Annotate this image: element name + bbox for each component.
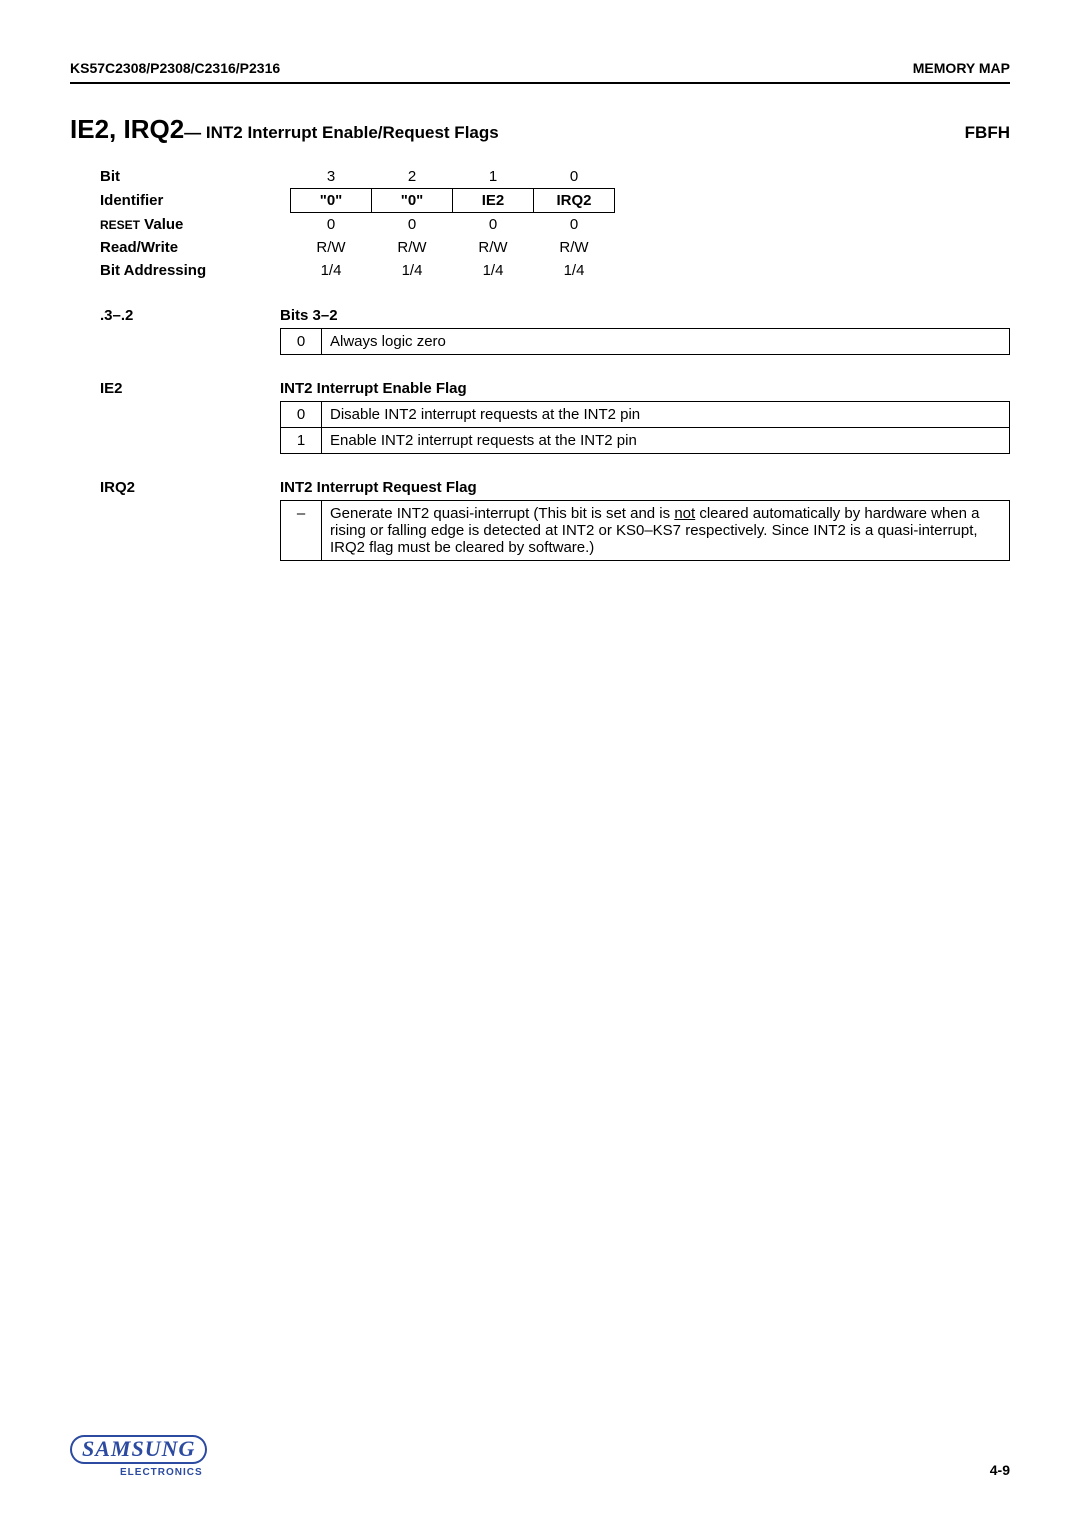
code-cell: 1	[281, 428, 322, 454]
desc-table: – Generate INT2 quasi-interrupt (This bi…	[280, 500, 1010, 561]
desc-cell: Generate INT2 quasi-interrupt (This bit …	[322, 501, 1010, 561]
title-main: IE2, IRQ2	[70, 114, 184, 144]
desc-cell: Always logic zero	[322, 329, 1010, 355]
table-row: 0 Disable INT2 interrupt requests at the…	[281, 402, 1010, 428]
page-number: 4-9	[990, 1462, 1010, 1478]
code-cell: 0	[281, 329, 322, 355]
header-rule	[70, 82, 1010, 84]
row-label: Identifier	[100, 189, 291, 213]
samsung-logo-block: SAMSUNG ELECTRONICS	[70, 1435, 207, 1478]
reset-label-prefix: RESET	[100, 218, 140, 232]
header-left: KS57C2308/P2308/C2316/P2316	[70, 60, 280, 76]
table-row: – Generate INT2 quasi-interrupt (This bi…	[281, 501, 1010, 561]
section-label: IRQ2	[100, 479, 280, 561]
section-title: INT2 Interrupt Enable Flag	[280, 380, 1010, 397]
table-row: 0 Always logic zero	[281, 329, 1010, 355]
code-cell: 0	[281, 402, 322, 428]
cell: 1	[453, 165, 534, 189]
header-right: MEMORY MAP	[913, 60, 1010, 76]
cell: 0	[291, 213, 372, 237]
cell: IRQ2	[534, 189, 615, 213]
cell: 2	[372, 165, 453, 189]
section-label: .3–.2	[100, 307, 280, 355]
cell: 0	[372, 213, 453, 237]
cell: 1/4	[453, 259, 534, 282]
cell: 3	[291, 165, 372, 189]
cell: R/W	[453, 236, 534, 259]
desc-table: 0 Disable INT2 interrupt requests at the…	[280, 401, 1010, 454]
section-title: INT2 Interrupt Request Flag	[280, 479, 1010, 496]
cell: R/W	[372, 236, 453, 259]
title-sub: — INT2 Interrupt Enable/Request Flags	[184, 123, 499, 142]
reset-label-suffix: Value	[140, 216, 183, 233]
section-label: IE2	[100, 380, 280, 454]
desc-not: not	[674, 505, 695, 522]
cell: IE2	[453, 189, 534, 213]
title-address: FBFH	[965, 123, 1010, 143]
row-label: Read/Write	[100, 236, 291, 259]
cell: "0"	[291, 189, 372, 213]
table-row: RESET Value 0 0 0 0	[100, 213, 615, 237]
table-row: Identifier "0" "0" IE2 IRQ2	[100, 189, 615, 213]
row-label: RESET Value	[100, 213, 291, 237]
section-ie2: IE2 INT2 Interrupt Enable Flag 0 Disable…	[100, 380, 1010, 454]
electronics-label: ELECTRONICS	[120, 1468, 207, 1478]
section-title: Bits 3–2	[280, 307, 1010, 324]
cell: 1/4	[372, 259, 453, 282]
cell: 0	[534, 165, 615, 189]
page-title: IE2, IRQ2 — INT2 Interrupt Enable/Reques…	[70, 114, 499, 145]
code-cell: –	[281, 501, 322, 561]
cell: 1/4	[534, 259, 615, 282]
section-irq2: IRQ2 INT2 Interrupt Request Flag – Gener…	[100, 479, 1010, 561]
samsung-logo: SAMSUNG	[70, 1435, 207, 1464]
desc-cell: Disable INT2 interrupt requests at the I…	[322, 402, 1010, 428]
table-row: Bit 3 2 1 0	[100, 165, 615, 189]
table-row: 1 Enable INT2 interrupt requests at the …	[281, 428, 1010, 454]
table-row: Bit Addressing 1/4 1/4 1/4 1/4	[100, 259, 615, 282]
desc-cell: Enable INT2 interrupt requests at the IN…	[322, 428, 1010, 454]
cell: "0"	[372, 189, 453, 213]
bit-table: Bit 3 2 1 0 Identifier "0" "0" IE2 IRQ2 …	[100, 165, 615, 282]
cell: R/W	[534, 236, 615, 259]
cell: 1/4	[291, 259, 372, 282]
desc-pre: Generate INT2 quasi-interrupt (This bit …	[330, 505, 674, 522]
section-bits-3-2: .3–.2 Bits 3–2 0 Always logic zero	[100, 307, 1010, 355]
row-label: Bit Addressing	[100, 259, 291, 282]
cell: R/W	[291, 236, 372, 259]
table-row: Read/Write R/W R/W R/W R/W	[100, 236, 615, 259]
cell: 0	[453, 213, 534, 237]
cell: 0	[534, 213, 615, 237]
row-label: Bit	[100, 165, 291, 189]
desc-table: 0 Always logic zero	[280, 328, 1010, 355]
